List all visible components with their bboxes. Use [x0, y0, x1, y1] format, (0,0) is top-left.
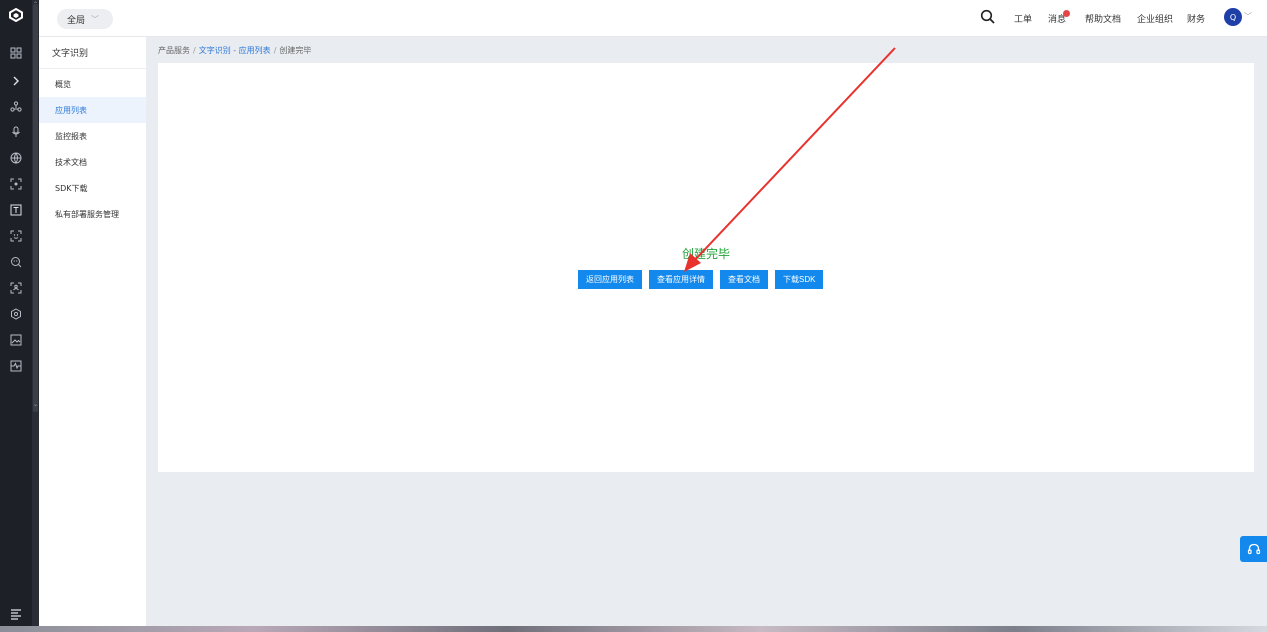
- back-to-app-list-button[interactable]: 返回应用列表: [578, 270, 642, 289]
- nav-ticket[interactable]: 工单: [1014, 12, 1032, 25]
- top-header: 全局 ﹀ 工单 消息 帮助文档 企业组织 财务 Q ﹀: [39, 0, 1267, 37]
- nav-help-docs[interactable]: 帮助文档: [1085, 12, 1121, 25]
- mic-icon[interactable]: [10, 126, 22, 138]
- sidebar-item-tech-docs[interactable]: 技术文档: [39, 149, 146, 175]
- global-nav-rail: [0, 0, 32, 632]
- nav-finance[interactable]: 财务: [1187, 12, 1205, 25]
- view-app-detail-button[interactable]: 查看应用详情: [649, 270, 713, 289]
- headset-icon: [1247, 543, 1260, 555]
- message-badge: [1063, 10, 1070, 17]
- breadcrumb-root: 产品服务: [158, 46, 190, 55]
- avatar[interactable]: Q: [1224, 8, 1242, 26]
- logo-icon[interactable]: [9, 7, 23, 23]
- face-search-icon[interactable]: [10, 256, 22, 268]
- search-icon[interactable]: [980, 9, 996, 25]
- face-icon[interactable]: [10, 230, 22, 242]
- sidebar-item-app-list[interactable]: 应用列表: [39, 97, 146, 123]
- desktop-wallpaper-strip: [0, 626, 1267, 632]
- sidebar-item-private-deploy[interactable]: 私有部署服务管理: [39, 201, 146, 227]
- scope-selector[interactable]: 全局 ﹀: [57, 9, 113, 29]
- action-buttons: 返回应用列表 查看应用详情 查看文档 下载SDK: [578, 270, 830, 289]
- breadcrumb-separator: /: [273, 46, 277, 55]
- view-docs-button[interactable]: 查看文档: [720, 270, 768, 289]
- sidebar-title: 文字识别: [39, 37, 146, 69]
- face-compare-icon[interactable]: [10, 282, 22, 294]
- product-sidebar: 文字识别 概览 应用列表 监控报表 技术文档 SDK下载 私有部署服务管理: [39, 37, 146, 632]
- text-recognition-icon[interactable]: [10, 204, 22, 216]
- breadcrumb: 产品服务 / 文字识别 - 应用列表 / 创建完毕: [158, 45, 311, 56]
- success-message: 创建完毕: [681, 247, 730, 261]
- sidebar-item-sdk-download[interactable]: SDK下载: [39, 175, 146, 201]
- sidebar-item-overview[interactable]: 概览: [39, 71, 146, 97]
- image-icon[interactable]: [10, 334, 22, 346]
- breadcrumb-separator: /: [193, 46, 196, 55]
- menu-icon[interactable]: [10, 608, 22, 620]
- scope-label: 全局: [67, 15, 86, 26]
- breadcrumb-link[interactable]: 文字识别 - 应用列表: [199, 46, 271, 55]
- nav-enterprise-org[interactable]: 企业组织: [1137, 12, 1173, 25]
- sidebar-item-monitor-report[interactable]: 监控报表: [39, 123, 146, 149]
- scrollbar-thumb[interactable]: [33, 4, 38, 412]
- scan-icon[interactable]: [10, 178, 22, 190]
- avatar-chevron-icon[interactable]: ﹀: [1244, 11, 1252, 22]
- settings-cube-icon[interactable]: [10, 308, 22, 320]
- grid-icon[interactable]: [10, 47, 22, 59]
- globe-icon[interactable]: [10, 152, 22, 164]
- rail-scrollbar[interactable]: ⌃ ⌄: [32, 0, 39, 632]
- expand-icon[interactable]: [10, 75, 22, 87]
- result-card: 创建完毕 返回应用列表 查看应用详情 查看文档 下载SDK: [158, 63, 1254, 472]
- support-headset-button[interactable]: [1240, 536, 1267, 562]
- chart-icon[interactable]: [10, 360, 22, 372]
- breadcrumb-current: 创建完毕: [279, 46, 312, 55]
- chevron-down-icon: ﹀: [91, 14, 100, 24]
- scroll-down-icon[interactable]: ⌄: [33, 402, 38, 408]
- download-sdk-button[interactable]: 下载SDK: [775, 270, 824, 289]
- nodes-icon[interactable]: [10, 101, 22, 113]
